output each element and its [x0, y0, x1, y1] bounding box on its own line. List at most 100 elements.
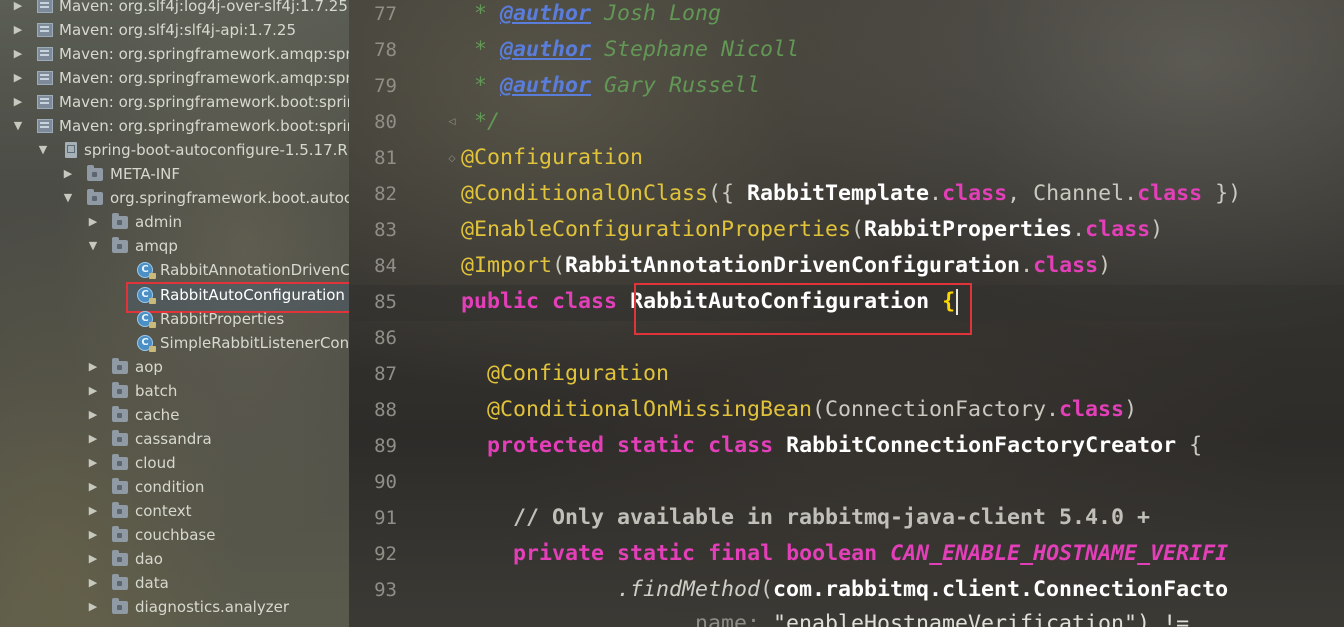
tree-item-library[interactable]: ▼ Maven: org.springframework.boot:sprin [0, 114, 349, 138]
tree-item-package[interactable]: ▶ admin [0, 210, 349, 234]
tree-item-package[interactable]: ▶ aop [0, 355, 349, 379]
code-line-81[interactable]: @Configuration [461, 140, 643, 176]
parameter-hint: name: [695, 611, 761, 627]
tree-item-label: cache [135, 406, 180, 424]
expand-arrow-icon[interactable]: ▶ [12, 42, 24, 66]
tree-item-label: couchbase [135, 526, 216, 544]
expand-arrow-icon[interactable]: ▶ [87, 451, 99, 475]
tree-item-package[interactable]: ▶ diagnostics.analyzer [0, 595, 349, 619]
collapse-arrow-icon[interactable]: ▼ [62, 186, 74, 210]
tree-item-package[interactable]: ▶ context [0, 499, 349, 523]
tree-item-folder[interactable]: ▶ META-INF [0, 162, 349, 186]
tree-item-library[interactable]: ▶ Maven: org.springframework.amqp:spri [0, 66, 349, 90]
code-line-77[interactable]: * @author Josh Long [461, 0, 721, 32]
expand-arrow-icon[interactable]: ▶ [87, 379, 99, 403]
library-icon [37, 71, 53, 85]
tree-item-class-selected[interactable]: C RabbitAutoConfiguration [0, 283, 349, 307]
expand-arrow-icon[interactable]: ▶ [12, 0, 24, 18]
expand-arrow-icon[interactable]: ▶ [87, 475, 99, 499]
fold-end-icon[interactable]: ◁ [447, 115, 457, 129]
code-line-92[interactable]: private static final boolean CAN_ENABLE_… [461, 536, 1228, 572]
tree-item-package[interactable]: ▶ couchbase [0, 523, 349, 547]
code-line-84[interactable]: @Import(RabbitAnnotationDrivenConfigurat… [461, 248, 1111, 284]
expand-arrow-icon[interactable]: ▶ [12, 18, 24, 42]
project-tree[interactable]: ▶ Maven: org.slf4j:log4j-over-slf4j:1.7.… [0, 0, 350, 627]
collapse-arrow-icon[interactable]: ▼ [12, 114, 24, 138]
punctuation: }) [1202, 181, 1242, 206]
fold-marker-icon[interactable]: ◇ [447, 152, 457, 166]
code-line-79[interactable]: * @author Gary Russell [461, 68, 760, 104]
lock-icon [149, 273, 156, 279]
code-line-91[interactable]: // Only available in rabbitmq-java-clien… [461, 500, 1150, 536]
line-number: 92 [374, 543, 397, 565]
line-number: 82 [374, 183, 397, 205]
punctuation: ) [1124, 397, 1138, 422]
ide-window: ▶ Maven: org.slf4j:log4j-over-slf4j:1.7.… [0, 0, 1344, 627]
tree-item-class[interactable]: C RabbitProperties [0, 307, 349, 331]
expand-arrow-icon[interactable]: ▶ [87, 355, 99, 379]
package-icon [112, 213, 128, 229]
package-icon [112, 526, 128, 542]
tree-item-package[interactable]: ▶ dao [0, 547, 349, 571]
tree-item-jar[interactable]: ▼ spring-boot-autoconfigure-1.5.17.RI [0, 138, 349, 162]
code-line-93[interactable]: .findMethod(com.rabbitmq.client.Connecti… [461, 572, 1228, 608]
expand-arrow-icon[interactable]: ▶ [87, 499, 99, 523]
line-number: 80 [374, 111, 397, 133]
line-number: 83 [374, 219, 397, 241]
code-line-88[interactable]: @ConditionalOnMissingBean(ConnectionFact… [461, 392, 1137, 428]
code-line-94[interactable]: name: "enableHostnameVerification") != [461, 606, 1189, 627]
tree-item-label: admin [135, 213, 182, 231]
string-literal: "enableHostnameVerification") != [773, 611, 1190, 627]
code-line-82[interactable]: @ConditionalOnClass({ RabbitTemplate.cla… [461, 176, 1241, 212]
package-icon [112, 237, 128, 253]
expand-arrow-icon[interactable]: ▶ [62, 162, 74, 186]
expand-arrow-icon[interactable]: ▶ [87, 427, 99, 451]
line-number: 89 [374, 435, 397, 457]
doc-comment: Josh Long [591, 1, 722, 26]
collapse-arrow-icon[interactable]: ▼ [37, 138, 49, 162]
doc-comment: * [461, 1, 501, 26]
library-icon [37, 23, 53, 37]
tree-item-package[interactable]: ▶ data [0, 571, 349, 595]
expand-arrow-icon[interactable]: ▶ [87, 403, 99, 427]
punctuation: (ConnectionFactory. [812, 397, 1060, 422]
tree-item-library[interactable]: ▶ Maven: org.slf4j:slf4j-api:1.7.25 [0, 18, 349, 42]
tree-item-class[interactable]: C RabbitAnnotationDrivenCo [0, 258, 349, 282]
expand-arrow-icon[interactable]: ▶ [87, 571, 99, 595]
code-line-87[interactable]: @Configuration [461, 356, 669, 392]
expand-arrow-icon[interactable]: ▶ [12, 90, 24, 114]
tree-item-package[interactable]: ▶ batch [0, 379, 349, 403]
library-icon [37, 0, 53, 13]
tree-item-package[interactable]: ▼ org.springframework.boot.autoc [0, 186, 349, 210]
tree-item-label: org.springframework.boot.autoc [110, 189, 349, 207]
expand-arrow-icon[interactable]: ▶ [12, 66, 24, 90]
tree-item-library[interactable]: ▶ Maven: org.springframework.boot:sprin [0, 90, 349, 114]
tree-item-label: context [135, 502, 192, 520]
tree-item-package[interactable]: ▼ amqp [0, 234, 349, 258]
annotation: @ConditionalOnClass [461, 181, 709, 206]
line-number: 84 [374, 255, 397, 277]
tree-item-package[interactable]: ▶ cassandra [0, 427, 349, 451]
code-line-83[interactable]: @EnableConfigurationProperties(RabbitPro… [461, 212, 1163, 248]
code-line-89[interactable]: protected static class RabbitConnectionF… [461, 428, 1202, 464]
doc-comment-end: */ [461, 109, 501, 134]
lock-icon [149, 346, 156, 352]
tree-item-package[interactable]: ▶ cloud [0, 451, 349, 475]
punctuation: { [1176, 433, 1203, 458]
tree-item-library[interactable]: ▶ Maven: org.springframework.amqp:spri [0, 42, 349, 66]
expand-arrow-icon[interactable]: ▶ [87, 523, 99, 547]
tree-item-package[interactable]: ▶ cache [0, 403, 349, 427]
collapse-arrow-icon[interactable]: ▼ [87, 234, 99, 258]
annotation: @ConditionalOnMissingBean [487, 397, 813, 422]
expand-arrow-icon[interactable]: ▶ [87, 210, 99, 234]
class-name-highlight-box [634, 283, 972, 335]
expand-arrow-icon[interactable]: ▶ [87, 595, 99, 619]
keyword: class [1033, 253, 1099, 278]
code-line-78[interactable]: * @author Stephane Nicoll [461, 32, 799, 68]
code-editor[interactable]: 77 78 79 80 81 82 83 84 85 86 87 88 89 9… [349, 0, 1344, 627]
tree-item-class[interactable]: C SimpleRabbitListenerConf [0, 331, 349, 355]
code-line-80[interactable]: */ [461, 104, 500, 140]
tree-item-library[interactable]: ▶ Maven: org.slf4j:log4j-over-slf4j:1.7.… [0, 0, 349, 18]
tree-item-package[interactable]: ▶ condition [0, 475, 349, 499]
expand-arrow-icon[interactable]: ▶ [87, 547, 99, 571]
